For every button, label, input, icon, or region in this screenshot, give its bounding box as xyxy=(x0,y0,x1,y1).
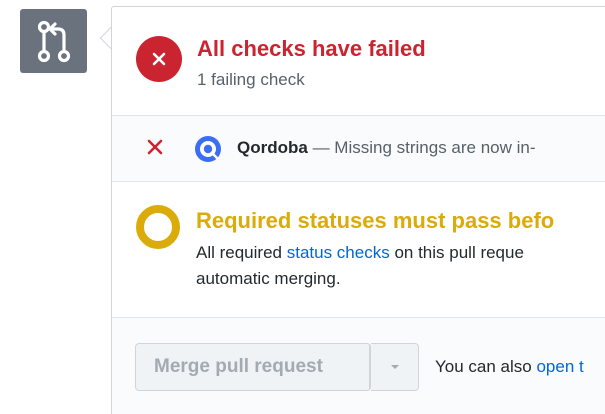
check-failure-icon xyxy=(147,139,163,159)
pull-request-merge-panel: All checks have failed 1 failing check Q… xyxy=(0,0,605,414)
required-body-line2: automatic merging. xyxy=(196,269,341,288)
required-body-suffix: on this pull reque xyxy=(389,243,524,262)
status-subtitle: 1 failing check xyxy=(197,70,305,89)
merge-pull-request-button[interactable]: Merge pull request xyxy=(135,343,371,391)
required-statuses-description: All required status checks on this pull … xyxy=(196,240,605,292)
check-description: — Missing strings are now in- xyxy=(307,138,536,157)
status-header: All checks have failed 1 failing check xyxy=(112,7,605,115)
required-statuses-title: Required statuses must pass befo xyxy=(196,208,555,233)
status-title: All checks have failed xyxy=(197,36,426,61)
qordoba-logo-icon xyxy=(195,136,221,162)
status-checks-link[interactable]: status checks xyxy=(287,243,390,262)
merge-button-label: Merge pull request xyxy=(136,344,370,390)
required-body-prefix: All required xyxy=(196,243,287,262)
merge-alternative-text: You can also open t xyxy=(435,357,584,377)
pending-status-icon xyxy=(135,204,181,250)
check-name: Qordoba xyxy=(237,138,308,157)
open-command-line-link[interactable]: open t xyxy=(536,357,583,376)
merge-options-dropdown[interactable] xyxy=(371,343,419,391)
check-row[interactable]: Qordoba — Missing strings are now in- xyxy=(237,138,536,158)
failure-status-icon xyxy=(136,36,182,82)
git-pull-request-icon xyxy=(20,9,87,73)
also-prefix: You can also xyxy=(435,357,537,376)
chevron-down-icon xyxy=(390,365,399,369)
